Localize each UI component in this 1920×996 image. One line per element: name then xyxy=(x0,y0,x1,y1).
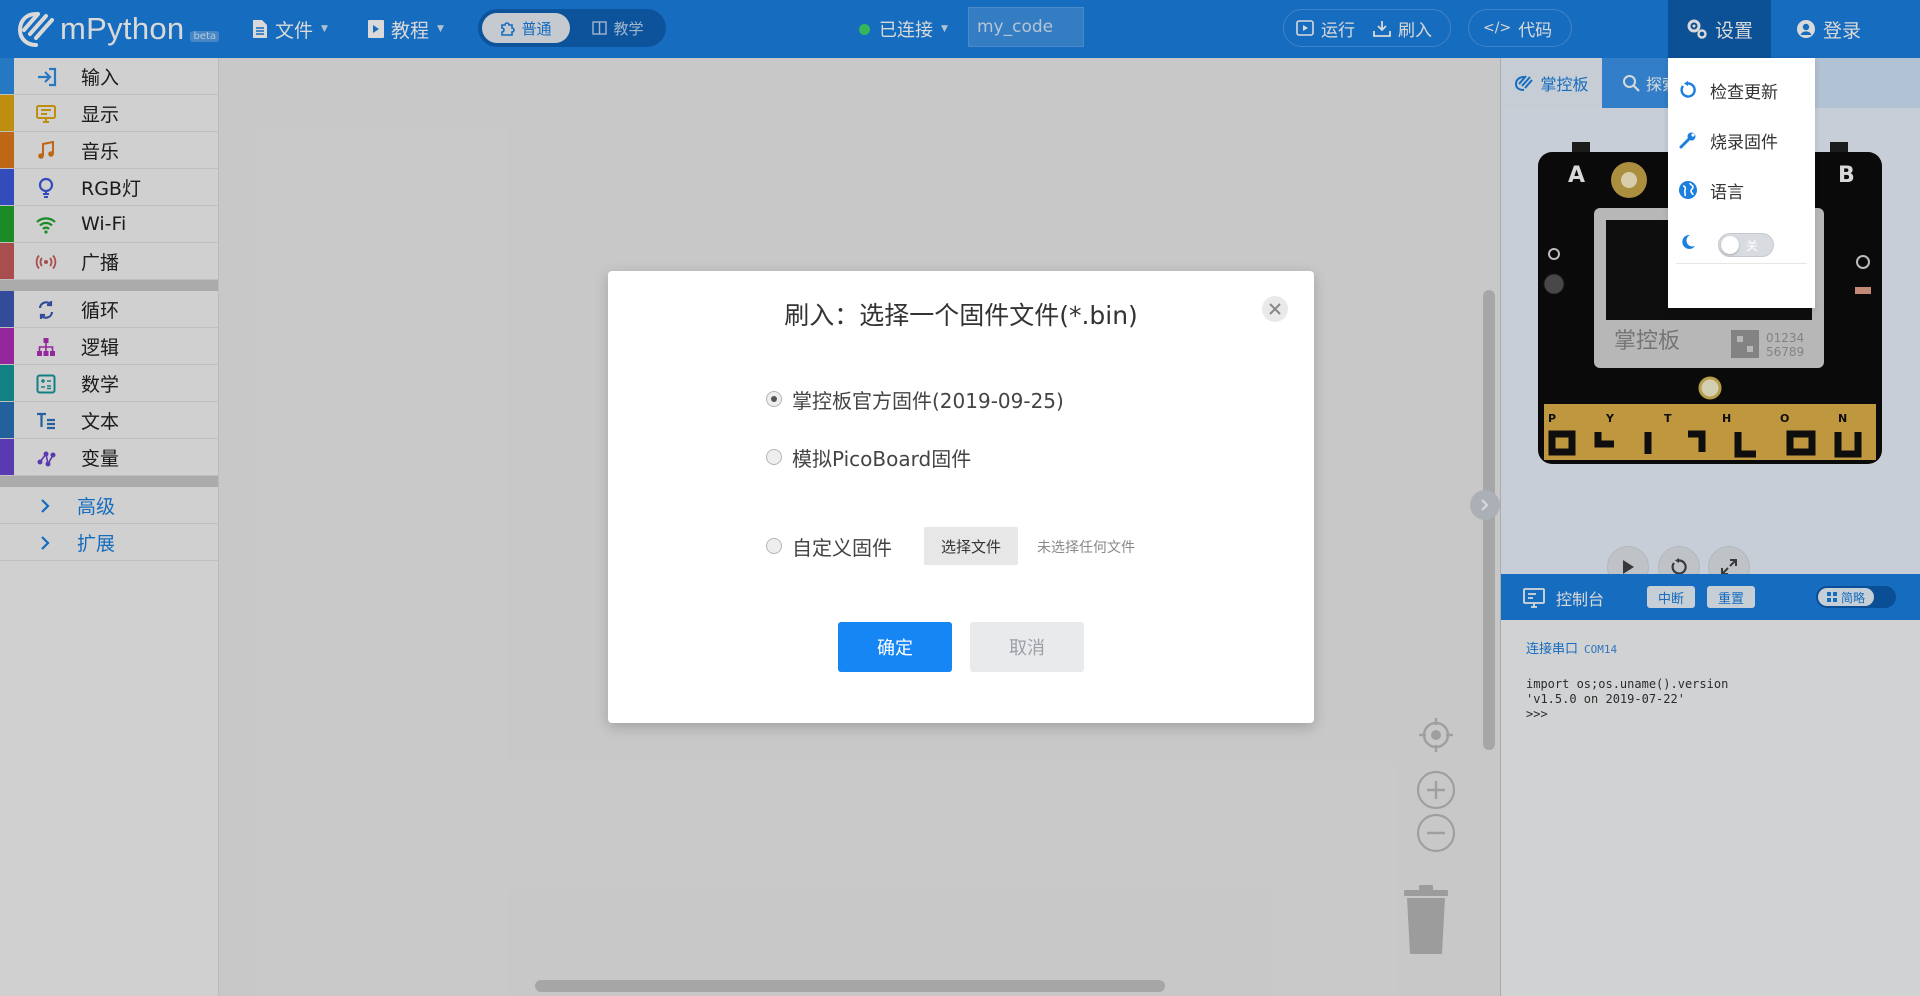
dialog-close-button[interactable] xyxy=(1262,296,1288,322)
menu-item-burn-firmware[interactable]: 烧录固件 xyxy=(1668,120,1815,160)
menu-item-language[interactable]: 语言 xyxy=(1668,170,1815,210)
firmware-option-picoboard[interactable]: 模拟PicoBoard固件 xyxy=(766,439,971,475)
cancel-button[interactable]: 取消 xyxy=(970,622,1084,672)
check-update-label: 检查更新 xyxy=(1710,82,1778,103)
settings-dropdown: 检查更新 烧录固件 语言 xyxy=(1668,58,1815,308)
burn-firmware-label: 烧录固件 xyxy=(1710,132,1778,153)
dialog-title: 刷入：选择一个固件文件(*.bin) xyxy=(784,301,1138,330)
menu-item-check-update[interactable]: 检查更新 xyxy=(1668,70,1815,110)
option-label: 掌控板官方固件(2019-09-25) xyxy=(792,388,1064,413)
dark-mode-switch[interactable]: 关 xyxy=(1718,233,1774,257)
radio-custom[interactable] xyxy=(766,538,782,554)
switch-state-label: 关 xyxy=(1746,239,1759,253)
radio-picoboard[interactable] xyxy=(766,449,782,465)
globe-icon xyxy=(1678,180,1698,200)
flash-firmware-dialog: 刷入：选择一个固件文件(*.bin) 掌控板官方固件(2019-09-25) 模… xyxy=(608,271,1314,723)
close-icon xyxy=(1269,303,1281,315)
firmware-option-custom[interactable]: 自定义固件 xyxy=(766,528,892,564)
firmware-option-official[interactable]: 掌控板官方固件(2019-09-25) xyxy=(766,381,1064,417)
choose-file-button[interactable]: 选择文件 xyxy=(924,527,1018,565)
option-label: 模拟PicoBoard固件 xyxy=(792,446,972,471)
no-file-selected-text: 未选择任何文件 xyxy=(1037,540,1135,556)
wrench-icon xyxy=(1678,130,1698,150)
radio-official[interactable] xyxy=(766,391,782,407)
switch-knob xyxy=(1721,236,1739,254)
confirm-button[interactable]: 确定 xyxy=(838,622,952,672)
language-label: 语言 xyxy=(1710,182,1744,203)
refresh-icon xyxy=(1678,80,1698,100)
menu-separator xyxy=(1676,263,1807,264)
option-label: 自定义固件 xyxy=(792,535,892,560)
moon-icon xyxy=(1678,232,1698,256)
